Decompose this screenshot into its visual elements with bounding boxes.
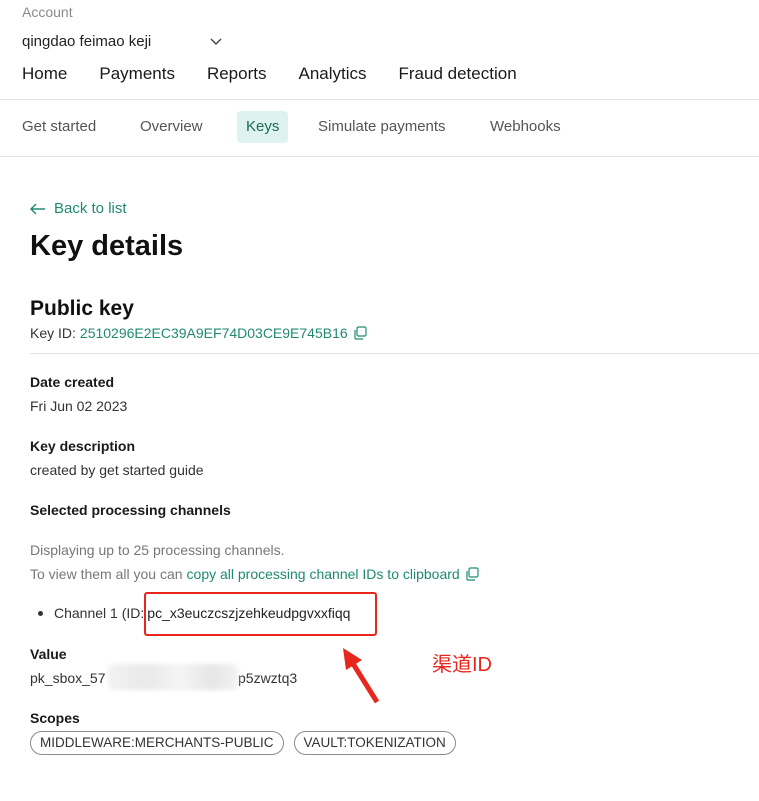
nav-reports[interactable]: Reports <box>207 64 267 84</box>
value-label: Value <box>30 646 67 662</box>
nav-home[interactable]: Home <box>22 64 67 84</box>
scope-chip: VAULT:TOKENIZATION <box>293 731 456 755</box>
scope-chip: MIDDLEWARE:MERCHANTS-PUBLIC <box>30 731 284 755</box>
tab-get-started[interactable]: Get started <box>22 111 96 143</box>
account-selector[interactable]: qingdao feimao keji <box>22 31 223 51</box>
subnav-divider <box>0 156 759 157</box>
scopes-label: Scopes <box>30 710 80 726</box>
page-title: Key details <box>30 230 184 262</box>
tab-keys[interactable]: Keys <box>237 111 289 143</box>
key-id-value[interactable]: 2510296E2EC39A9EF74D03CE9E745B16 <box>80 325 348 341</box>
back-to-list-label: Back to list <box>54 200 127 217</box>
tab-webhooks[interactable]: Webhooks <box>490 111 561 143</box>
annotation-highlight-box <box>144 592 377 636</box>
key-description-label: Key description <box>30 438 136 454</box>
redacted-blur <box>108 664 238 690</box>
annotation-label: 渠道ID <box>432 654 492 676</box>
account-label: Account <box>22 4 73 20</box>
channels-view-prefix: To view them all you can <box>30 566 183 582</box>
key-type-title: Public key <box>30 297 134 320</box>
account-name: qingdao feimao keji <box>22 32 152 50</box>
key-id-row: Key ID: 2510296E2EC39A9EF74D03CE9E745B16 <box>30 325 367 341</box>
section-divider <box>30 353 759 354</box>
tab-overview[interactable]: Overview <box>140 111 203 143</box>
date-created-label: Date created <box>30 374 115 390</box>
annotation-arrow-icon <box>343 648 380 704</box>
copy-icon[interactable] <box>465 567 479 581</box>
sub-nav: Get started Overview Keys Simulate payme… <box>0 111 759 145</box>
nav-analytics[interactable]: Analytics <box>298 64 366 84</box>
nav-payments[interactable]: Payments <box>99 64 175 84</box>
chevron-down-icon <box>210 38 222 45</box>
value-suffix: p5zwztq3 <box>238 670 298 686</box>
key-id-label: Key ID: <box>30 325 76 341</box>
copy-channel-ids-link[interactable]: copy all processing channel IDs to clipb… <box>187 566 460 582</box>
tab-simulate-payments[interactable]: Simulate payments <box>318 111 446 143</box>
scopes-list: MIDDLEWARE:MERCHANTS-PUBLIC VAULT:TOKENI… <box>30 731 456 755</box>
channels-label: Selected processing channels <box>30 502 231 518</box>
back-to-list-link[interactable]: Back to list <box>30 200 127 217</box>
channels-note: Displaying up to 25 processing channels. <box>30 542 285 558</box>
nav-fraud-detection[interactable]: Fraud detection <box>399 64 517 84</box>
bullet-icon <box>38 610 43 616</box>
arrow-left-icon <box>30 203 45 214</box>
date-created-value: Fri Jun 02 2023 <box>30 398 128 414</box>
channel-prefix: Channel 1 (ID: <box>54 605 145 621</box>
key-description-value: created by get started guide <box>30 462 204 478</box>
value-prefix: pk_sbox_57 <box>30 670 106 686</box>
channels-view-all: To view them all you can copy all proces… <box>30 566 479 582</box>
header-divider <box>0 99 759 100</box>
top-nav: Home Payments Reports Analytics Fraud de… <box>22 64 549 84</box>
copy-icon[interactable] <box>353 326 367 340</box>
